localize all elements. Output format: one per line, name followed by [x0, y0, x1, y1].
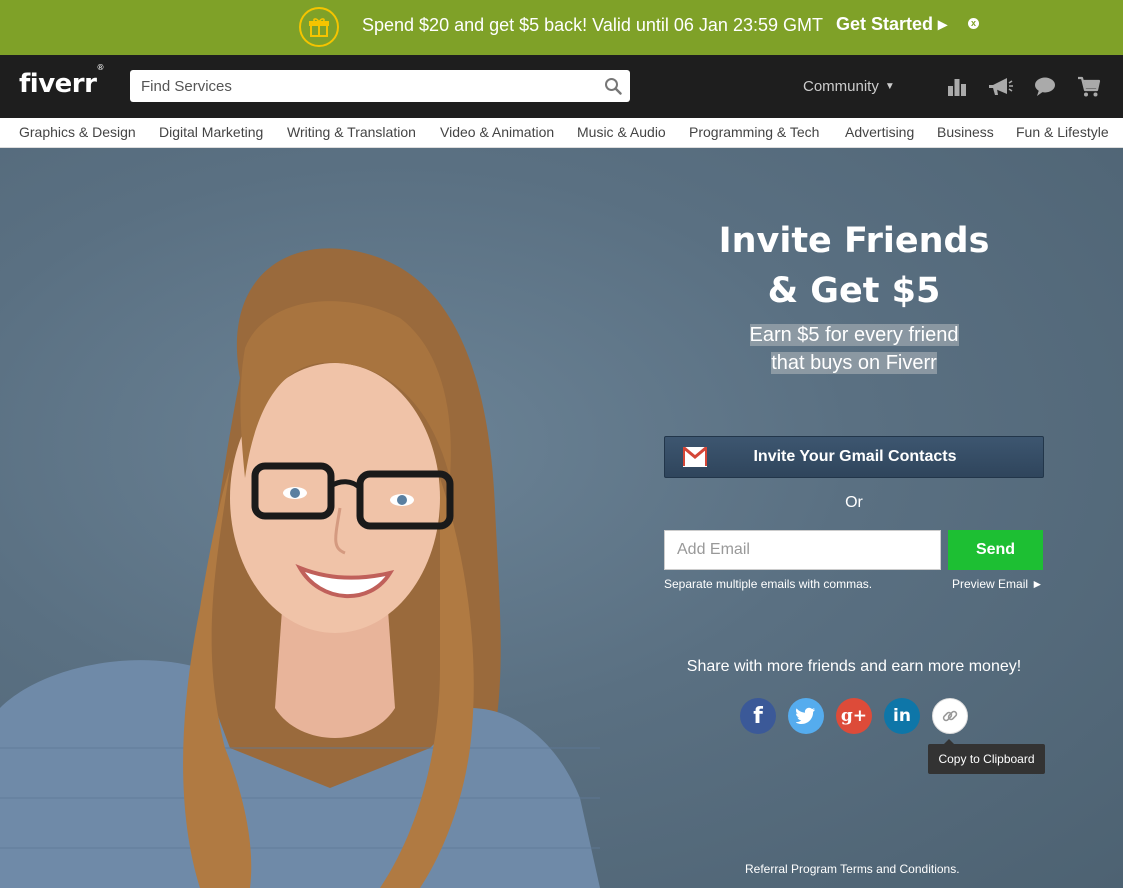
- facebook-icon: f: [753, 703, 763, 729]
- preview-email-link[interactable]: Preview Email ►: [952, 577, 1043, 591]
- category-nav: Graphics & Design Digital Marketing Writ…: [0, 118, 1123, 148]
- category-business[interactable]: Business: [937, 124, 994, 140]
- category-digital-marketing[interactable]: Digital Marketing: [159, 124, 263, 140]
- hero-title-line-1: Invite Friends: [718, 221, 990, 261]
- category-writing-translation[interactable]: Writing & Translation: [287, 124, 416, 140]
- add-email-field[interactable]: [664, 530, 941, 570]
- twitter-icon: [796, 707, 815, 724]
- category-graphics-design[interactable]: Graphics & Design: [19, 124, 136, 140]
- invite-gmail-button[interactable]: Invite Your Gmail Contacts: [664, 436, 1044, 478]
- hero-subtitle-line-2: that buys on Fiverr: [771, 352, 937, 374]
- promo-banner: Spend $20 and get $5 back! Valid until 0…: [0, 0, 1123, 55]
- google-plus-share-button[interactable]: g+: [836, 698, 872, 734]
- linkedin-share-button[interactable]: in: [884, 698, 920, 734]
- facebook-share-button[interactable]: f: [740, 698, 776, 734]
- category-video-animation[interactable]: Video & Animation: [440, 124, 554, 140]
- chevron-down-icon: ▼: [884, 81, 895, 92]
- share-text: Share with more friends and earn more mo…: [686, 658, 1022, 675]
- or-separator: Or: [845, 494, 863, 511]
- fiverr-logo[interactable]: fiverr®: [19, 63, 104, 99]
- community-label: Community: [803, 78, 879, 95]
- community-menu[interactable]: Community ▼: [803, 78, 895, 95]
- search-input[interactable]: [130, 70, 600, 102]
- copy-link-button[interactable]: [932, 698, 968, 734]
- hero-section: Invite Friends & Get $5 Earn $5 for ever…: [0, 148, 1123, 888]
- invite-gmail-label: Invite Your Gmail Contacts: [753, 448, 957, 465]
- link-icon: [942, 710, 958, 722]
- search-box: [130, 70, 630, 102]
- hero-subtitle-line-1: Earn $5 for every friend: [749, 324, 959, 346]
- hero-subtitle: Earn $5 for every friend that buys on Fi…: [664, 321, 1044, 377]
- get-started-link[interactable]: Get Started ▸: [836, 13, 947, 35]
- copy-tooltip: Copy to Clipboard: [928, 739, 1045, 774]
- megaphone-icon[interactable]: [987, 75, 1014, 99]
- category-fun-lifestyle[interactable]: Fun & Lifestyle: [1016, 124, 1109, 140]
- google-plus-icon: g+: [840, 706, 868, 726]
- hero-portrait-image: [0, 248, 600, 888]
- referral-terms-link[interactable]: Referral Program Terms and Conditions.: [745, 862, 960, 876]
- promo-text: Spend $20 and get $5 back! Valid until 0…: [362, 15, 823, 35]
- category-programming-tech[interactable]: Programming & Tech: [689, 124, 819, 140]
- hero-title: Invite Friends & Get $5: [664, 216, 1044, 316]
- category-advertising[interactable]: Advertising: [845, 124, 914, 140]
- chat-bubble-icon[interactable]: [1033, 75, 1057, 99]
- cart-icon[interactable]: [1077, 75, 1101, 99]
- logo-text: fiverr: [19, 69, 97, 99]
- send-button[interactable]: Send: [948, 530, 1043, 570]
- search-icon[interactable]: [604, 77, 622, 95]
- email-hint: Separate multiple emails with commas.: [664, 577, 873, 591]
- logo-registered-mark: ®: [96, 63, 104, 73]
- top-header: fiverr® Community ▼: [0, 55, 1123, 118]
- bar-chart-icon[interactable]: [945, 75, 969, 99]
- linkedin-icon: in: [893, 706, 911, 726]
- close-icon[interactable]: x: [968, 18, 979, 29]
- twitter-share-button[interactable]: [788, 698, 824, 734]
- gift-icon: [299, 7, 339, 47]
- hero-title-line-2: & Get $5: [767, 271, 941, 311]
- category-music-audio[interactable]: Music & Audio: [577, 124, 666, 140]
